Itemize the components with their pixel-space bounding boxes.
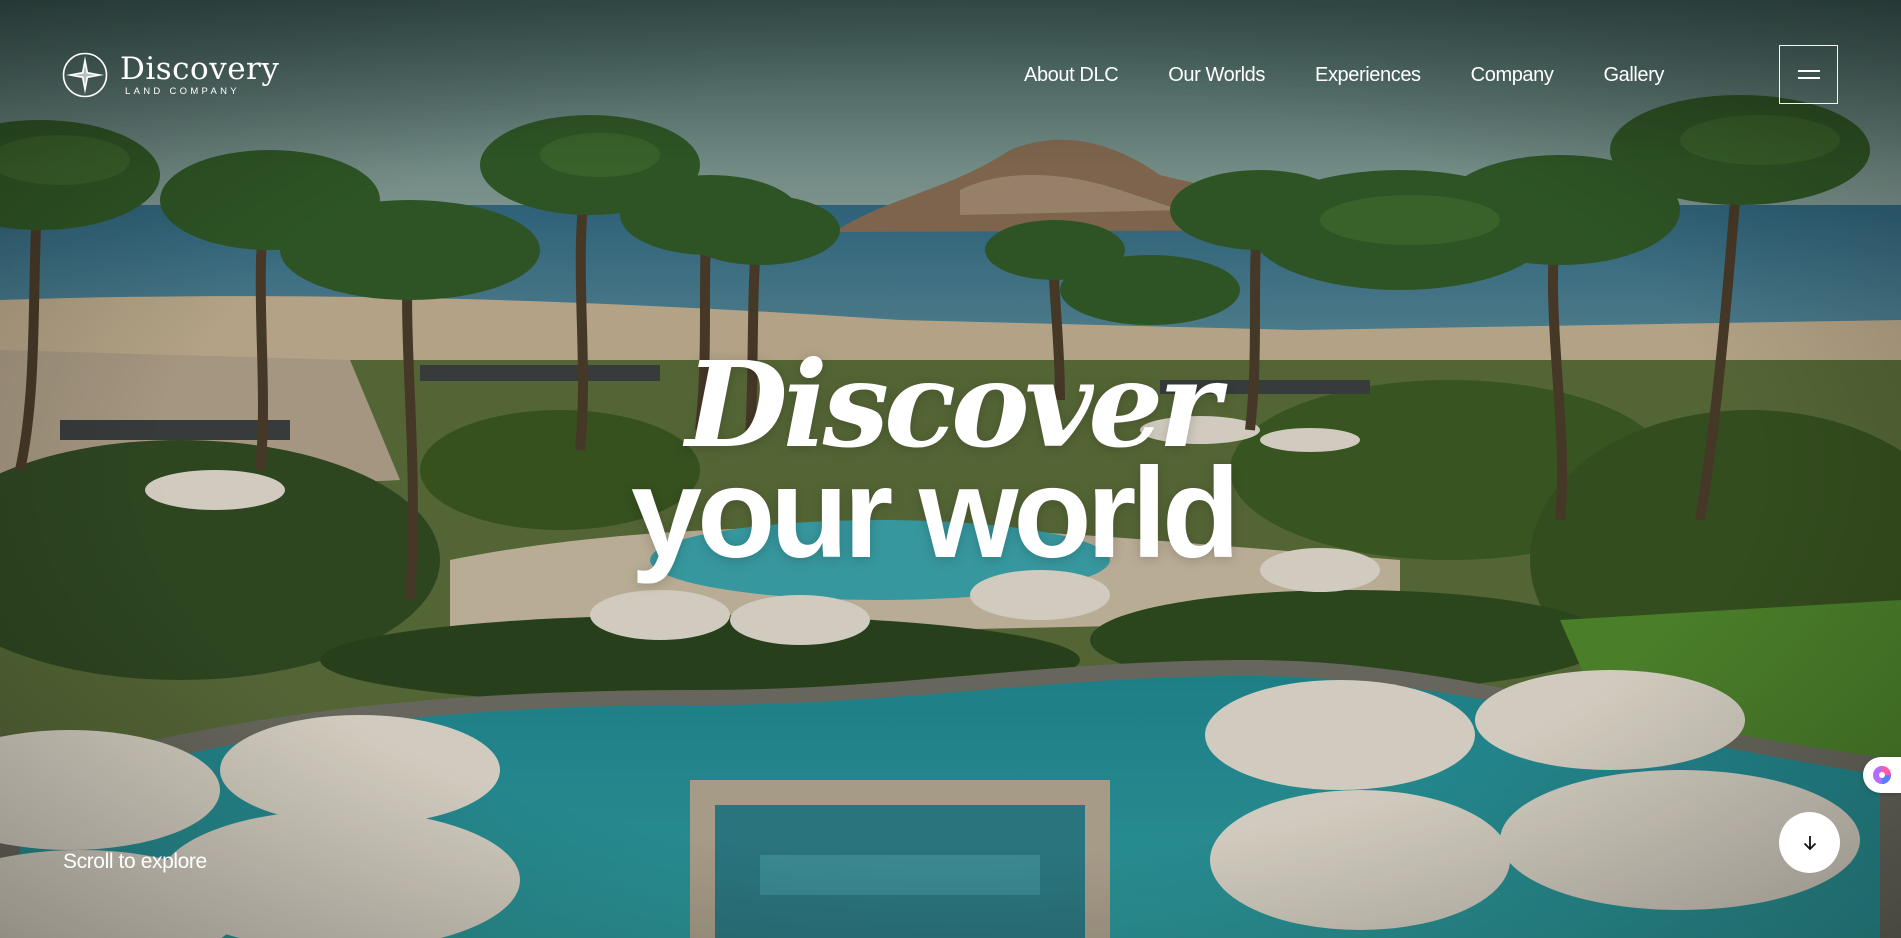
brand-logo[interactable]: Discovery LAND COMPANY — [62, 52, 279, 98]
nav-item-about-dlc[interactable]: About DLC — [1024, 62, 1119, 88]
hero-headline: Discover your world — [0, 346, 1901, 585]
headline-main-text: your world — [630, 442, 1240, 585]
scroll-down-button[interactable] — [1779, 812, 1840, 873]
nav-item-gallery[interactable]: Gallery — [1603, 62, 1664, 88]
hero-section: Discovery LAND COMPANY About DLC Our Wor… — [0, 0, 1901, 938]
scroll-to-explore-label: Scroll to explore — [63, 850, 207, 873]
menu-button[interactable] — [1779, 45, 1838, 104]
nav-item-company[interactable]: Company — [1471, 62, 1554, 88]
brand-name: Discovery — [120, 50, 280, 87]
nav-item-our-worlds[interactable]: Our Worlds — [1168, 62, 1265, 88]
arrow-down-icon — [1803, 835, 1816, 850]
floating-extension-badge[interactable] — [1863, 757, 1901, 793]
brand-tagline: LAND COMPANY — [125, 85, 240, 97]
color-wheel-icon — [1873, 766, 1891, 784]
nav-item-experiences[interactable]: Experiences — [1315, 62, 1421, 88]
main-nav: About DLC Our Worlds Experiences Company… — [1024, 62, 1714, 88]
compass-star-icon — [62, 52, 108, 98]
hamburger-icon — [1797, 65, 1820, 84]
